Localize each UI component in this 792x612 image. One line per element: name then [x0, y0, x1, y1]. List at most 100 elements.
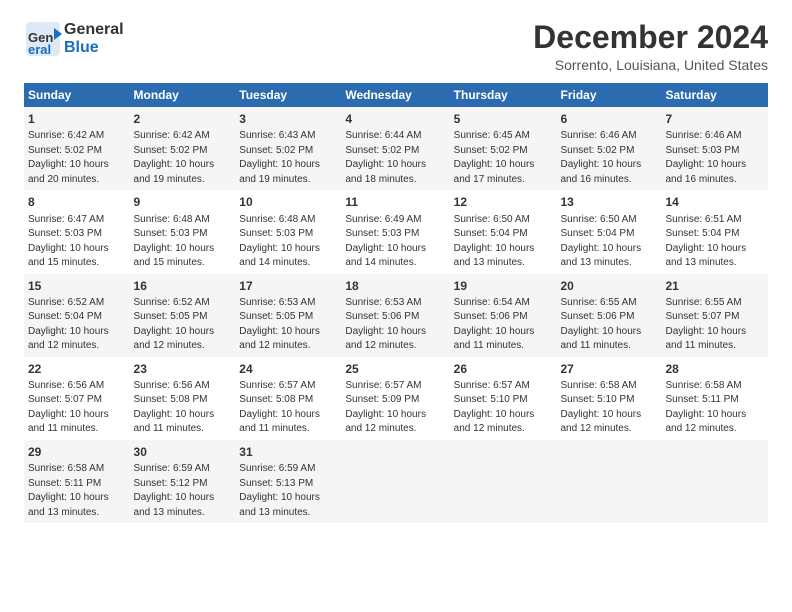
- cell-1-4: 4Sunrise: 6:44 AM Sunset: 5:02 PM Daylig…: [341, 107, 449, 190]
- day-info: Sunrise: 6:44 AM Sunset: 5:02 PM Dayligh…: [345, 130, 426, 185]
- day-number: 18: [345, 278, 445, 294]
- cell-2-6: 13Sunrise: 6:50 AM Sunset: 5:04 PM Dayli…: [556, 190, 661, 273]
- cell-2-2: 9Sunrise: 6:48 AM Sunset: 5:03 PM Daylig…: [130, 190, 236, 273]
- cell-2-7: 14 Sunrise: 6:51 AM Sunset: 5:04 PM Dayli…: [661, 190, 768, 273]
- day-number: 28: [665, 361, 764, 377]
- day-info: Sunrise: 6:58 AM Sunset: 5:11 PM Dayligh…: [665, 380, 746, 435]
- day-info: Sunrise: 6:52 AM Sunset: 5:05 PM Dayligh…: [134, 297, 215, 352]
- day-info: Sunrise: 6:45 AM Sunset: 5:02 PM Dayligh…: [454, 130, 535, 185]
- day-number: 16: [134, 278, 232, 294]
- cell-4-1: 22 Sunrise: 6:56 AM Sunset: 5:07 PM Dayli…: [24, 357, 130, 440]
- cell-4-7: 28 Sunrise: 6:58 AM Sunset: 5:11 PM Dayli…: [661, 357, 768, 440]
- day-number: 14: [665, 194, 764, 210]
- day-number: 5: [454, 111, 553, 127]
- cell-5-4: [341, 440, 449, 523]
- col-header-sunday: Sunday: [24, 83, 130, 107]
- cell-3-3: 17 Sunrise: 6:53 AM Sunset: 5:05 PM Dayli…: [235, 274, 341, 357]
- day-number: 1: [28, 111, 126, 127]
- day-info: Sunrise: 6:57 AM Sunset: 5:09 PM Dayligh…: [345, 380, 426, 435]
- cell-5-2: 30 Sunrise: 6:59 AM Sunset: 5:12 PM Dayli…: [130, 440, 236, 523]
- cell-5-5: [450, 440, 557, 523]
- day-info: Sunrise: 6:55 AM Sunset: 5:07 PM Dayligh…: [665, 297, 746, 352]
- col-header-saturday: Saturday: [661, 83, 768, 107]
- cell-3-7: 21 Sunrise: 6:55 AM Sunset: 5:07 PM Dayli…: [661, 274, 768, 357]
- day-number: 19: [454, 278, 553, 294]
- cell-4-6: 27Sunrise: 6:58 AM Sunset: 5:10 PM Dayli…: [556, 357, 661, 440]
- day-number: 26: [454, 361, 553, 377]
- cell-1-1: 1 Sunrise: 6:42 AM Sunset: 5:02 PM Daylig…: [24, 107, 130, 190]
- day-info: Sunrise: 6:50 AM Sunset: 5:04 PM Dayligh…: [454, 214, 535, 269]
- cell-3-5: 19Sunrise: 6:54 AM Sunset: 5:06 PM Dayli…: [450, 274, 557, 357]
- page: Gen eral General Blue December 2024 Sorr…: [0, 0, 792, 612]
- cell-2-4: 11 Sunrise: 6:49 AM Sunset: 5:03 PM Dayli…: [341, 190, 449, 273]
- subtitle: Sorrento, Louisiana, United States: [533, 57, 768, 73]
- svg-text:eral: eral: [28, 42, 51, 57]
- logo-line1: General: [64, 21, 124, 39]
- cell-2-1: 8Sunrise: 6:47 AM Sunset: 5:03 PM Daylig…: [24, 190, 130, 273]
- cell-4-4: 25 Sunrise: 6:57 AM Sunset: 5:09 PM Dayli…: [341, 357, 449, 440]
- cell-2-3: 10Sunrise: 6:48 AM Sunset: 5:03 PM Dayli…: [235, 190, 341, 273]
- day-info: Sunrise: 6:58 AM Sunset: 5:10 PM Dayligh…: [560, 380, 641, 435]
- day-number: 17: [239, 278, 337, 294]
- title-block: December 2024 Sorrento, Louisiana, Unite…: [533, 20, 768, 73]
- cell-5-7: [661, 440, 768, 523]
- day-info: Sunrise: 6:42 AM Sunset: 5:02 PM Dayligh…: [28, 130, 109, 185]
- day-info: Sunrise: 6:59 AM Sunset: 5:12 PM Dayligh…: [134, 463, 215, 518]
- day-number: 2: [134, 111, 232, 127]
- cell-5-6: [556, 440, 661, 523]
- day-number: 10: [239, 194, 337, 210]
- logo-line2: Blue: [64, 39, 124, 57]
- col-header-wednesday: Wednesday: [341, 83, 449, 107]
- day-info: Sunrise: 6:57 AM Sunset: 5:08 PM Dayligh…: [239, 380, 320, 435]
- logo: Gen eral General Blue: [24, 20, 124, 58]
- day-info: Sunrise: 6:49 AM Sunset: 5:03 PM Dayligh…: [345, 214, 426, 269]
- day-info: Sunrise: 6:56 AM Sunset: 5:08 PM Dayligh…: [134, 380, 215, 435]
- day-number: 11: [345, 194, 445, 210]
- cell-4-3: 24 Sunrise: 6:57 AM Sunset: 5:08 PM Dayli…: [235, 357, 341, 440]
- main-title: December 2024: [533, 20, 768, 55]
- cell-4-5: 26 Sunrise: 6:57 AM Sunset: 5:10 PM Dayli…: [450, 357, 557, 440]
- day-number: 3: [239, 111, 337, 127]
- day-number: 13: [560, 194, 657, 210]
- day-number: 6: [560, 111, 657, 127]
- cell-1-6: 6Sunrise: 6:46 AM Sunset: 5:02 PM Daylig…: [556, 107, 661, 190]
- day-number: 20: [560, 278, 657, 294]
- cell-1-2: 2 Sunrise: 6:42 AM Sunset: 5:02 PM Daylig…: [130, 107, 236, 190]
- day-number: 21: [665, 278, 764, 294]
- cell-2-5: 12 Sunrise: 6:50 AM Sunset: 5:04 PM Dayli…: [450, 190, 557, 273]
- day-info: Sunrise: 6:59 AM Sunset: 5:13 PM Dayligh…: [239, 463, 320, 518]
- day-number: 23: [134, 361, 232, 377]
- col-header-tuesday: Tuesday: [235, 83, 341, 107]
- day-info: Sunrise: 6:56 AM Sunset: 5:07 PM Dayligh…: [28, 380, 109, 435]
- week-row-2: 8Sunrise: 6:47 AM Sunset: 5:03 PM Daylig…: [24, 190, 768, 273]
- cell-1-5: 5 Sunrise: 6:45 AM Sunset: 5:02 PM Daylig…: [450, 107, 557, 190]
- cell-3-4: 18Sunrise: 6:53 AM Sunset: 5:06 PM Dayli…: [341, 274, 449, 357]
- day-number: 12: [454, 194, 553, 210]
- day-number: 22: [28, 361, 126, 377]
- day-number: 24: [239, 361, 337, 377]
- cell-3-1: 15Sunrise: 6:52 AM Sunset: 5:04 PM Dayli…: [24, 274, 130, 357]
- day-number: 31: [239, 444, 337, 460]
- day-number: 25: [345, 361, 445, 377]
- week-row-4: 22 Sunrise: 6:56 AM Sunset: 5:07 PM Dayli…: [24, 357, 768, 440]
- day-info: Sunrise: 6:57 AM Sunset: 5:10 PM Dayligh…: [454, 380, 535, 435]
- day-number: 8: [28, 194, 126, 210]
- day-info: Sunrise: 6:52 AM Sunset: 5:04 PM Dayligh…: [28, 297, 109, 352]
- cell-1-7: 7Sunrise: 6:46 AM Sunset: 5:03 PM Daylig…: [661, 107, 768, 190]
- col-header-monday: Monday: [130, 83, 236, 107]
- col-header-friday: Friday: [556, 83, 661, 107]
- cell-3-2: 16 Sunrise: 6:52 AM Sunset: 5:05 PM Dayli…: [130, 274, 236, 357]
- col-header-thursday: Thursday: [450, 83, 557, 107]
- week-row-1: 1 Sunrise: 6:42 AM Sunset: 5:02 PM Daylig…: [24, 107, 768, 190]
- day-number: 30: [134, 444, 232, 460]
- day-number: 9: [134, 194, 232, 210]
- day-info: Sunrise: 6:55 AM Sunset: 5:06 PM Dayligh…: [560, 297, 641, 352]
- day-info: Sunrise: 6:43 AM Sunset: 5:02 PM Dayligh…: [239, 130, 320, 185]
- day-info: Sunrise: 6:51 AM Sunset: 5:04 PM Dayligh…: [665, 214, 746, 269]
- logo-icon: Gen eral: [24, 20, 62, 58]
- day-info: Sunrise: 6:42 AM Sunset: 5:02 PM Dayligh…: [134, 130, 215, 185]
- cell-5-3: 31 Sunrise: 6:59 AM Sunset: 5:13 PM Dayli…: [235, 440, 341, 523]
- cell-3-6: 20 Sunrise: 6:55 AM Sunset: 5:06 PM Dayli…: [556, 274, 661, 357]
- day-info: Sunrise: 6:53 AM Sunset: 5:05 PM Dayligh…: [239, 297, 320, 352]
- week-row-5: 29Sunrise: 6:58 AM Sunset: 5:11 PM Dayli…: [24, 440, 768, 523]
